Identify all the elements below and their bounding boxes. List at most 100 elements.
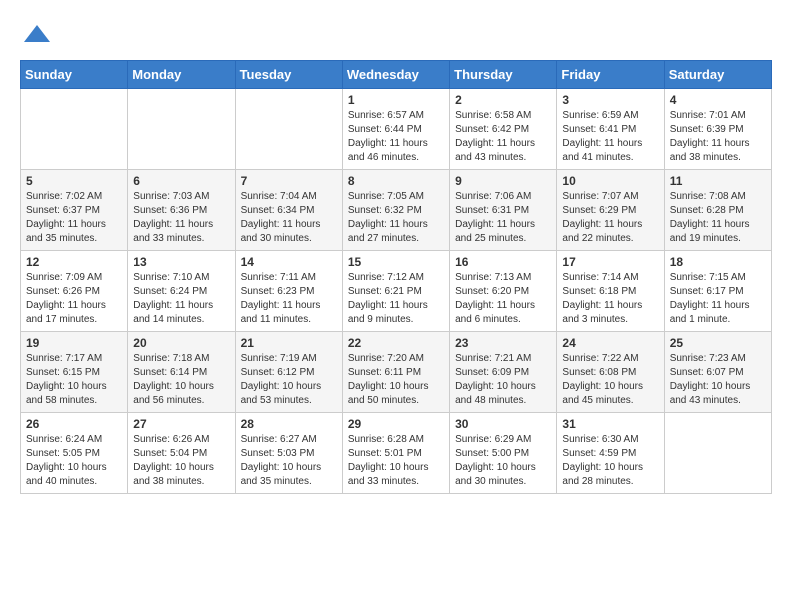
day-info: Sunrise: 7:17 AM Sunset: 6:15 PM Dayligh… <box>26 352 122 408</box>
day-info: Sunrise: 7:12 AM Sunset: 6:21 PM Dayligh… <box>348 271 444 327</box>
day-info: Sunrise: 6:26 AM Sunset: 5:04 PM Dayligh… <box>133 433 229 489</box>
day-info: Sunrise: 6:59 AM Sunset: 6:41 PM Dayligh… <box>562 109 658 165</box>
day-info: Sunrise: 7:09 AM Sunset: 6:26 PM Dayligh… <box>26 271 122 327</box>
calendar-week-row: 1 Sunrise: 6:57 AM Sunset: 6:44 PM Daylig… <box>21 89 772 170</box>
calendar-cell: 17 Sunrise: 7:14 AM Sunset: 6:18 PM Dayli… <box>557 251 664 332</box>
day-number: 27 <box>133 417 229 431</box>
day-number: 11 <box>670 174 766 188</box>
day-number: 21 <box>241 336 337 350</box>
day-info: Sunrise: 7:20 AM Sunset: 6:11 PM Dayligh… <box>348 352 444 408</box>
calendar-cell: 20 Sunrise: 7:18 AM Sunset: 6:14 PM Dayli… <box>128 332 235 413</box>
day-info: Sunrise: 7:18 AM Sunset: 6:14 PM Dayligh… <box>133 352 229 408</box>
calendar-cell: 28Sunrise: 6:27 AM Sunset: 5:03 PM Dayli… <box>235 413 342 494</box>
day-number: 2 <box>455 93 551 107</box>
day-number: 10 <box>562 174 658 188</box>
day-number: 6 <box>133 174 229 188</box>
calendar-cell: 29 Sunrise: 6:28 AM Sunset: 5:01 PM Dayli… <box>342 413 449 494</box>
day-number: 5 <box>26 174 122 188</box>
calendar-cell: 13 Sunrise: 7:10 AM Sunset: 6:24 PM Dayli… <box>128 251 235 332</box>
calendar-cell: 11Sunrise: 7:08 AM Sunset: 6:28 PM Dayli… <box>664 170 771 251</box>
day-number: 16 <box>455 255 551 269</box>
calendar-cell: 27 Sunrise: 6:26 AM Sunset: 5:04 PM Dayli… <box>128 413 235 494</box>
calendar-cell: 24Sunrise: 7:22 AM Sunset: 6:08 PM Dayli… <box>557 332 664 413</box>
calendar-cell: 2 Sunrise: 6:58 AM Sunset: 6:42 PM Daylig… <box>450 89 557 170</box>
day-number: 4 <box>670 93 766 107</box>
day-info: Sunrise: 7:14 AM Sunset: 6:18 PM Dayligh… <box>562 271 658 327</box>
calendar-cell <box>128 89 235 170</box>
day-info: Sunrise: 7:15 AM Sunset: 6:17 PM Dayligh… <box>670 271 766 327</box>
calendar-cell: 14Sunrise: 7:11 AM Sunset: 6:23 PM Dayli… <box>235 251 342 332</box>
day-info: Sunrise: 7:22 AM Sunset: 6:08 PM Dayligh… <box>562 352 658 408</box>
calendar-cell: 31 Sunrise: 6:30 AM Sunset: 4:59 PM Dayli… <box>557 413 664 494</box>
calendar-cell: 10 Sunrise: 7:07 AM Sunset: 6:29 PM Dayli… <box>557 170 664 251</box>
day-number: 1 <box>348 93 444 107</box>
page-header <box>20 20 772 50</box>
day-number: 3 <box>562 93 658 107</box>
calendar-cell: 15 Sunrise: 7:12 AM Sunset: 6:21 PM Dayli… <box>342 251 449 332</box>
day-info: Sunrise: 7:07 AM Sunset: 6:29 PM Dayligh… <box>562 190 658 246</box>
weekday-header-monday: Monday <box>128 61 235 89</box>
day-info: Sunrise: 7:10 AM Sunset: 6:24 PM Dayligh… <box>133 271 229 327</box>
calendar-week-row: 12 Sunrise: 7:09 AM Sunset: 6:26 PM Dayli… <box>21 251 772 332</box>
calendar-week-row: 5 Sunrise: 7:02 AM Sunset: 6:37 PM Daylig… <box>21 170 772 251</box>
day-info: Sunrise: 7:03 AM Sunset: 6:36 PM Dayligh… <box>133 190 229 246</box>
day-number: 13 <box>133 255 229 269</box>
day-number: 19 <box>26 336 122 350</box>
day-number: 15 <box>348 255 444 269</box>
calendar-cell <box>664 413 771 494</box>
calendar-cell: 7 Sunrise: 7:04 AM Sunset: 6:34 PM Daylig… <box>235 170 342 251</box>
day-number: 31 <box>562 417 658 431</box>
day-number: 28 <box>241 417 337 431</box>
calendar-table: SundayMondayTuesdayWednesdayThursdayFrid… <box>20 60 772 494</box>
weekday-header-saturday: Saturday <box>664 61 771 89</box>
day-info: Sunrise: 6:58 AM Sunset: 6:42 PM Dayligh… <box>455 109 551 165</box>
calendar-cell: 5 Sunrise: 7:02 AM Sunset: 6:37 PM Daylig… <box>21 170 128 251</box>
day-info: Sunrise: 7:04 AM Sunset: 6:34 PM Dayligh… <box>241 190 337 246</box>
weekday-header-tuesday: Tuesday <box>235 61 342 89</box>
logo <box>20 20 52 50</box>
logo-icon <box>22 20 52 50</box>
day-number: 23 <box>455 336 551 350</box>
day-number: 22 <box>348 336 444 350</box>
day-info: Sunrise: 6:24 AM Sunset: 5:05 PM Dayligh… <box>26 433 122 489</box>
day-number: 18 <box>670 255 766 269</box>
day-info: Sunrise: 6:57 AM Sunset: 6:44 PM Dayligh… <box>348 109 444 165</box>
day-number: 20 <box>133 336 229 350</box>
day-number: 17 <box>562 255 658 269</box>
weekday-header-wednesday: Wednesday <box>342 61 449 89</box>
day-number: 30 <box>455 417 551 431</box>
day-info: Sunrise: 7:13 AM Sunset: 6:20 PM Dayligh… <box>455 271 551 327</box>
calendar-cell: 1 Sunrise: 6:57 AM Sunset: 6:44 PM Daylig… <box>342 89 449 170</box>
calendar-cell: 26Sunrise: 6:24 AM Sunset: 5:05 PM Dayli… <box>21 413 128 494</box>
calendar-cell: 18 Sunrise: 7:15 AM Sunset: 6:17 PM Dayli… <box>664 251 771 332</box>
day-info: Sunrise: 7:01 AM Sunset: 6:39 PM Dayligh… <box>670 109 766 165</box>
day-info: Sunrise: 7:21 AM Sunset: 6:09 PM Dayligh… <box>455 352 551 408</box>
calendar-cell: 22 Sunrise: 7:20 AM Sunset: 6:11 PM Dayli… <box>342 332 449 413</box>
calendar-cell: 30Sunrise: 6:29 AM Sunset: 5:00 PM Dayli… <box>450 413 557 494</box>
day-number: 29 <box>348 417 444 431</box>
day-info: Sunrise: 6:28 AM Sunset: 5:01 PM Dayligh… <box>348 433 444 489</box>
day-number: 7 <box>241 174 337 188</box>
calendar-cell: 8Sunrise: 7:05 AM Sunset: 6:32 PM Daylig… <box>342 170 449 251</box>
day-info: Sunrise: 7:19 AM Sunset: 6:12 PM Dayligh… <box>241 352 337 408</box>
calendar-cell: 3 Sunrise: 6:59 AM Sunset: 6:41 PM Daylig… <box>557 89 664 170</box>
day-number: 9 <box>455 174 551 188</box>
day-info: Sunrise: 7:05 AM Sunset: 6:32 PM Dayligh… <box>348 190 444 246</box>
calendar-cell <box>235 89 342 170</box>
day-number: 14 <box>241 255 337 269</box>
calendar-cell: 25Sunrise: 7:23 AM Sunset: 6:07 PM Dayli… <box>664 332 771 413</box>
day-info: Sunrise: 7:06 AM Sunset: 6:31 PM Dayligh… <box>455 190 551 246</box>
calendar-week-row: 26Sunrise: 6:24 AM Sunset: 5:05 PM Dayli… <box>21 413 772 494</box>
calendar-cell: 4 Sunrise: 7:01 AM Sunset: 6:39 PM Daylig… <box>664 89 771 170</box>
calendar-cell: 12 Sunrise: 7:09 AM Sunset: 6:26 PM Dayli… <box>21 251 128 332</box>
calendar-cell: 21 Sunrise: 7:19 AM Sunset: 6:12 PM Dayli… <box>235 332 342 413</box>
calendar-week-row: 19 Sunrise: 7:17 AM Sunset: 6:15 PM Dayli… <box>21 332 772 413</box>
calendar-cell: 23 Sunrise: 7:21 AM Sunset: 6:09 PM Dayli… <box>450 332 557 413</box>
calendar-cell: 16 Sunrise: 7:13 AM Sunset: 6:20 PM Dayli… <box>450 251 557 332</box>
day-info: Sunrise: 7:02 AM Sunset: 6:37 PM Dayligh… <box>26 190 122 246</box>
weekday-header-sunday: Sunday <box>21 61 128 89</box>
day-number: 12 <box>26 255 122 269</box>
weekday-header-row: SundayMondayTuesdayWednesdayThursdayFrid… <box>21 61 772 89</box>
calendar-cell: 19 Sunrise: 7:17 AM Sunset: 6:15 PM Dayli… <box>21 332 128 413</box>
day-info: Sunrise: 6:30 AM Sunset: 4:59 PM Dayligh… <box>562 433 658 489</box>
